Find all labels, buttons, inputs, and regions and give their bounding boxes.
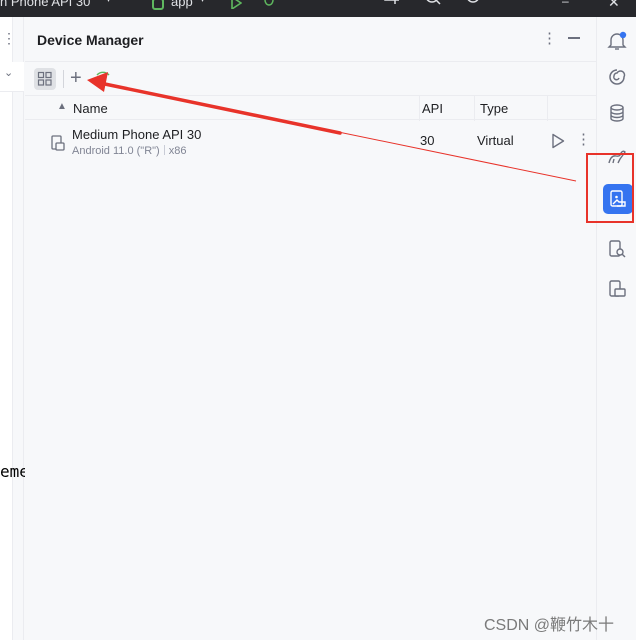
ide-window: n Phone API 30 ▾ app ▾ – ✕ ⋮ ⌄ eme Devic… <box>0 0 636 640</box>
annotation-arrow <box>87 72 577 182</box>
watermark: CSDN @鞭竹木十 <box>484 617 615 634</box>
